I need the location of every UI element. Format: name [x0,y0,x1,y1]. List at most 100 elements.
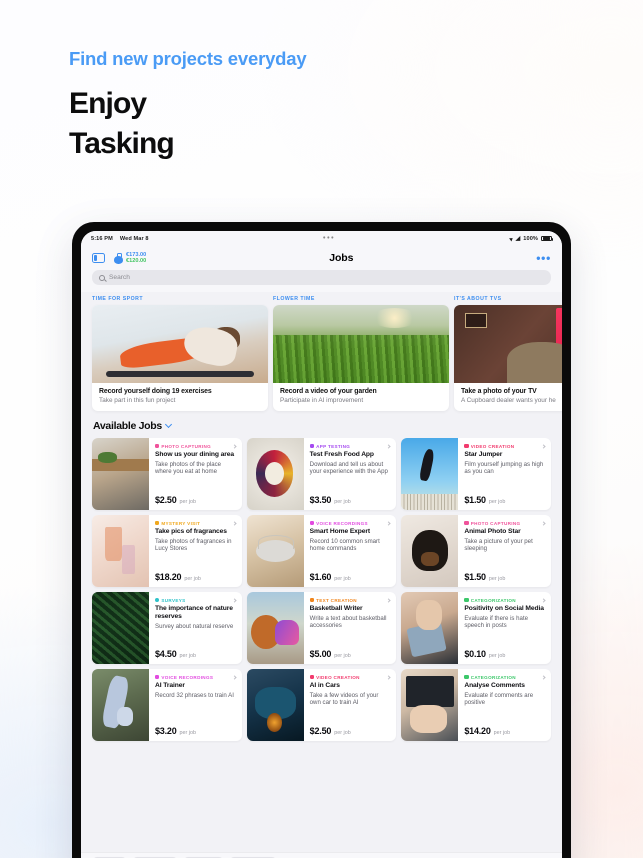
status-bar-right: ◢ 100% [508,235,553,242]
job-category-label: CATEGORIZATION [470,674,516,680]
job-thumbnail [401,437,459,510]
available-jobs-header[interactable]: Available Jobs [81,411,562,438]
job-price: $2.50 [155,494,177,505]
chevron-right-icon[interactable] [541,674,546,680]
chevron-right-icon[interactable] [232,674,237,680]
job-row: SURVEYS The importance of nature reserve… [92,591,552,664]
job-price-unit: per job [488,575,506,582]
document-icon [309,597,315,603]
job-card[interactable]: VIDEO CREATION Star Jumper Film yourself… [401,437,552,510]
job-card[interactable]: APP TESTING Test Fresh Food App Download… [246,437,397,510]
wallet-balance[interactable]: €173.00 €120.00 [114,252,146,265]
banner-image [273,305,449,383]
chevron-down-icon[interactable] [164,420,172,428]
job-description: Record 10 common smart home commands [309,537,380,552]
money-bag-icon [114,252,123,264]
job-title: Animal Photo Star [464,528,521,535]
chevron-right-icon[interactable] [386,520,391,526]
job-price-unit: per job [488,652,506,659]
job-category: VOICE RECORDINGS [309,520,391,526]
banner-subtitle: Participate in AI improvement [280,396,364,404]
chevron-right-icon[interactable] [541,443,546,449]
job-card[interactable]: CATEGORIZATION Positivity on Social Medi… [401,591,552,664]
battery-full-icon [541,235,553,242]
job-title: Take pics of fragrances [155,528,227,535]
job-card[interactable]: VIDEO CREATION AI in Cars Take a few vid… [246,668,397,741]
featured-banner-carousel[interactable]: TIME FOR SPORT Record yourself doing 19 … [81,292,562,411]
banner-card[interactable]: FLOWER TIME Record a video of your garde… [273,296,449,411]
mobile-app-icon [309,443,315,449]
microphone-icon [155,674,160,680]
job-price: $14.20 [464,725,491,736]
section-title: Available Jobs [93,419,162,432]
job-grid: PHOTO CAPTURING Show us your dining area… [81,437,562,741]
job-description: Survey about natural reserve [155,622,234,630]
sidebar-toggle-icon[interactable] [92,253,105,263]
search-placeholder: Search [109,274,130,281]
banner-kicker: IT'S ABOUT TVS [454,296,502,302]
job-thumbnail [92,514,149,587]
chevron-right-icon[interactable] [386,443,391,449]
status-time: 5:16 PM [91,235,113,242]
camera-icon [155,443,160,449]
battery-percent-label: 100% [523,235,538,242]
job-description: Download and tell us about your experien… [309,460,388,475]
job-row: VOICE RECORDINGS AI Trainer Record 32 ph… [92,668,552,741]
job-card[interactable]: SURVEYS The importance of nature reserve… [92,591,242,664]
job-title: AI in Cars [309,682,340,689]
job-title: Test Fresh Food App [309,451,374,458]
job-title: AI Trainer [155,682,185,689]
job-thumbnail [401,668,459,741]
chevron-right-icon[interactable] [386,597,391,603]
search-input[interactable]: Search [92,270,551,285]
job-price-unit: per job [493,729,511,736]
banner-image [454,305,562,383]
job-price-unit: per job [488,498,506,505]
job-price-row: $0.10 per job [464,649,545,659]
job-price: $1.50 [464,571,486,582]
more-horizontal-icon[interactable]: ••• [536,252,551,264]
job-price: $2.50 [309,725,332,736]
hero-section: Find new projects everyday Enjoy Tasking [69,48,307,163]
content-scroll-area[interactable]: TIME FOR SPORT Record yourself doing 19 … [81,292,562,858]
job-price-row: $1.50 per job [464,572,545,582]
job-thumbnail [92,591,149,664]
chevron-right-icon[interactable] [232,597,237,603]
chevron-right-icon[interactable] [232,520,237,526]
video-camera-icon [309,674,315,680]
job-category: VIDEO CREATION [464,443,546,449]
banner-card[interactable]: IT'S ABOUT TVS Take a photo of your TV A… [454,296,562,411]
job-card[interactable]: PHOTO CAPTURING Show us your dining area… [92,437,242,510]
job-card[interactable]: MYSTERY VISIT Take pics of fragrances Ta… [92,514,242,587]
job-description: Write a text about basketball accessorie… [309,614,387,629]
job-description: Take photos of the place where you eat a… [155,460,222,475]
job-category-label: VOICE RECORDINGS [161,674,214,680]
banner-card[interactable]: TIME FOR SPORT Record yourself doing 19 … [92,296,268,411]
job-price-row: $2.50 per job [310,726,391,736]
job-price-row: $1.60 per job [310,572,391,582]
job-card[interactable]: PHOTO CAPTURING Animal Photo Star Take a… [401,514,552,587]
job-row: MYSTERY VISIT Take pics of fragrances Ta… [92,514,552,587]
microphone-icon [309,520,315,526]
chevron-right-icon[interactable] [386,674,391,680]
balance-available: €120.00 [126,258,147,264]
chevron-right-icon[interactable] [232,443,237,449]
job-card[interactable]: TEXT CREATION Basketball Writer Write a … [246,591,397,664]
clipboard-icon [155,597,160,603]
chevron-right-icon[interactable] [541,520,546,526]
job-category-label: PHOTO CAPTURING [161,443,212,449]
job-card[interactable]: VOICE RECORDINGS AI Trainer Record 32 ph… [92,668,242,741]
job-price-unit: per job [334,652,351,659]
chevron-right-icon[interactable] [541,597,546,603]
job-description: Take a picture of your pet sleeping [464,537,533,552]
banner-subtitle: Take part in this fun project [99,396,176,404]
job-title: Show us your dining area [155,451,234,458]
job-price: $0.10 [464,648,486,659]
job-category: PHOTO CAPTURING [464,520,546,526]
job-card[interactable]: CATEGORIZATION Analyse Comments Evaluate… [401,668,552,741]
job-card[interactable]: VOICE RECORDINGS Smart Home Expert Recor… [246,514,397,587]
location-arrow-icon [508,236,514,241]
job-category: VOICE RECORDINGS [155,674,237,680]
hero-title-line-2: Tasking [69,126,175,160]
job-price: $3.50 [309,494,332,505]
